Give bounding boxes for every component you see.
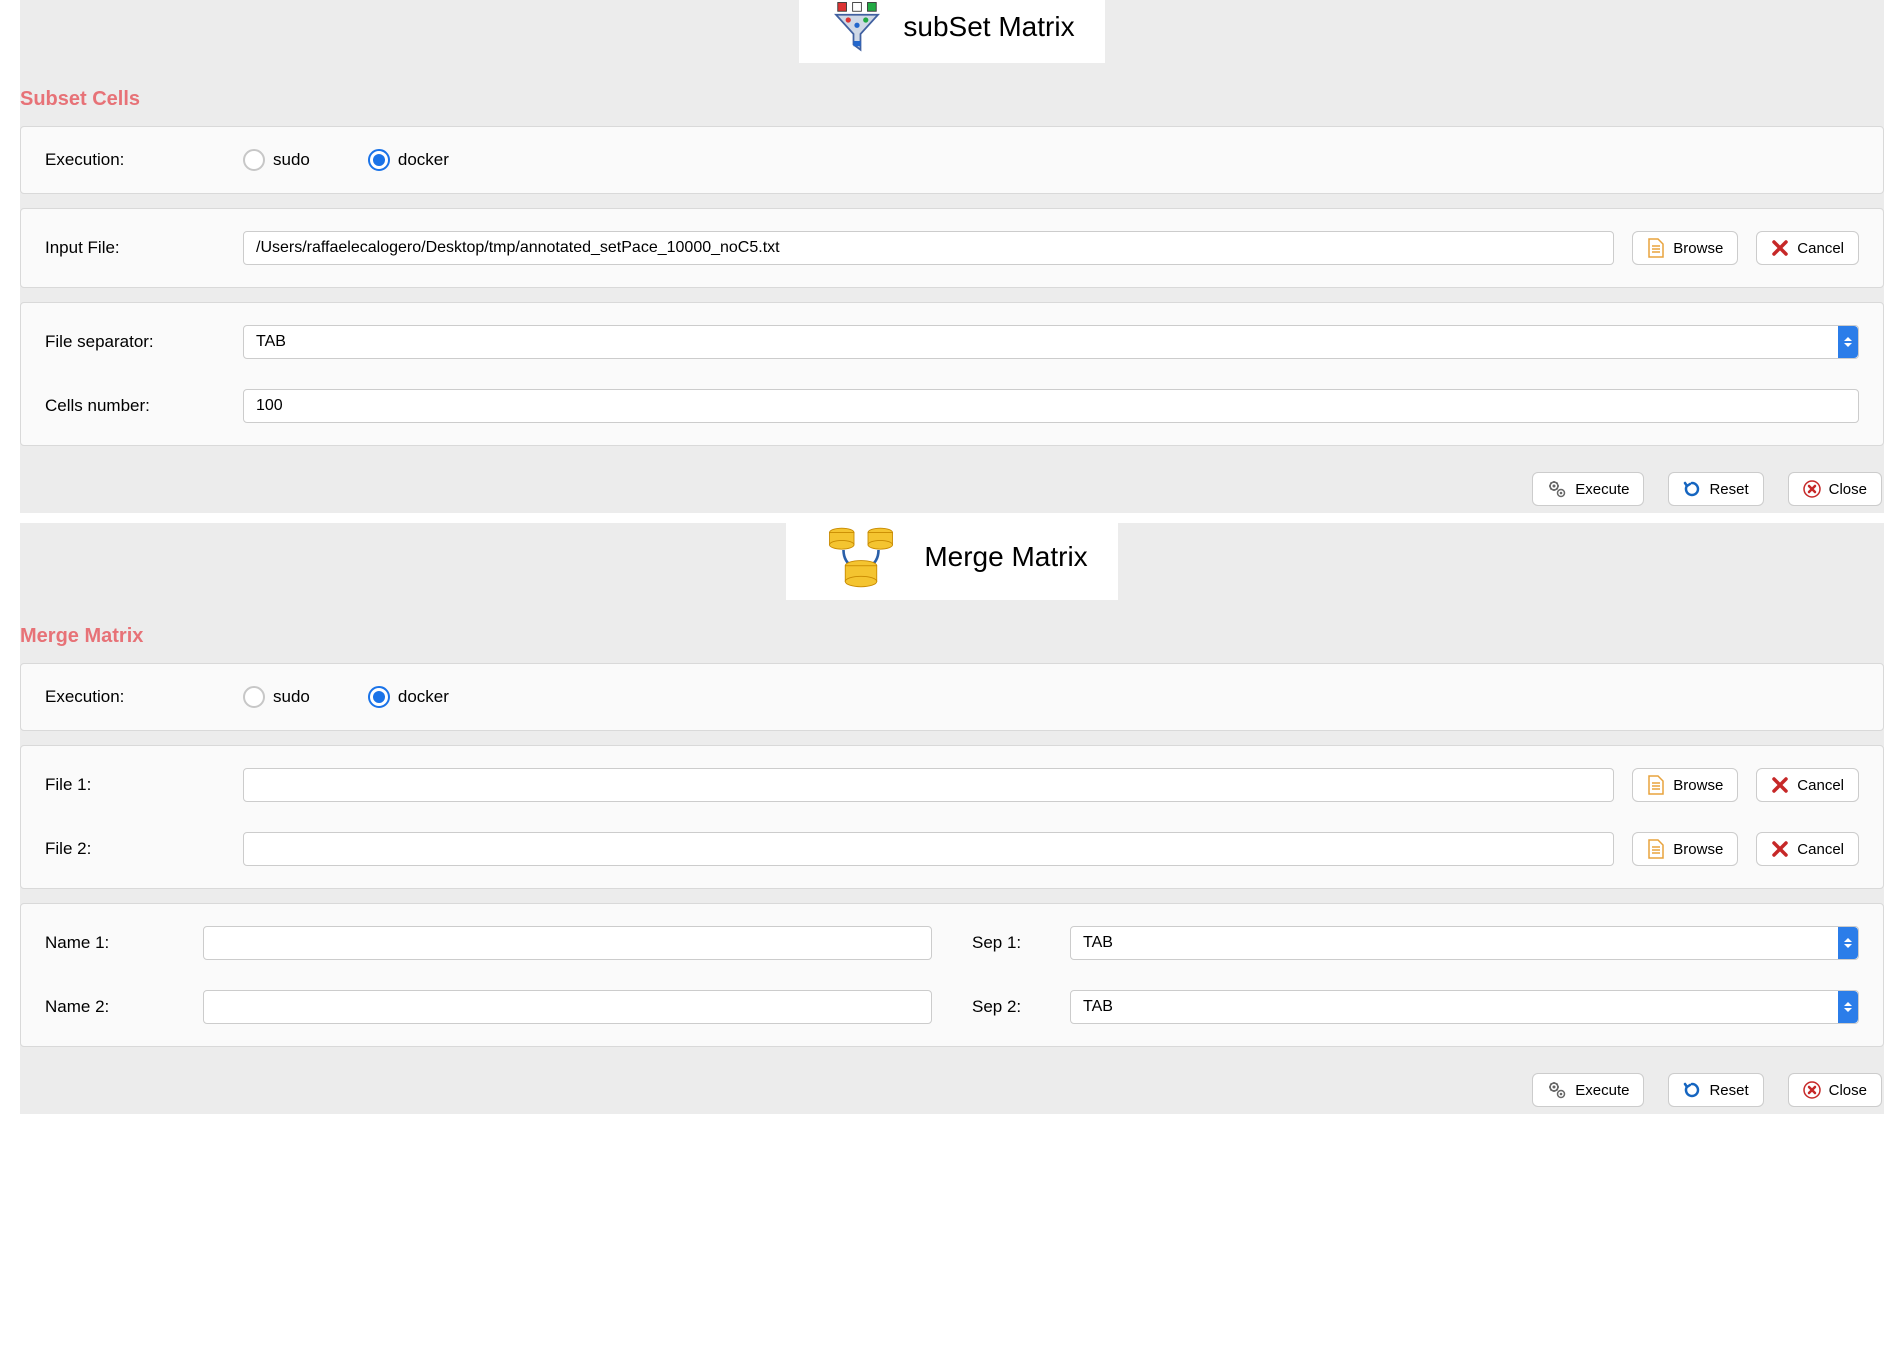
file2-field[interactable] (243, 832, 1614, 866)
radio-docker-label: docker (398, 687, 449, 707)
merge-db-icon (816, 522, 906, 592)
sep1-select[interactable]: TAB (1070, 926, 1859, 960)
subset-hero: subSet Matrix (20, 0, 1884, 63)
x-icon (1771, 776, 1789, 794)
subset-execution-group: Execution: sudo docker (20, 126, 1884, 194)
document-icon (1647, 839, 1665, 859)
browse-label: Browse (1673, 777, 1723, 794)
x-icon (1771, 840, 1789, 858)
execution-label: Execution: (45, 150, 225, 170)
sep2-select[interactable]: TAB (1070, 990, 1859, 1024)
gears-icon (1547, 479, 1567, 499)
name2-field[interactable] (203, 990, 932, 1024)
file-separator-select[interactable]: TAB (243, 325, 1859, 359)
sep1-value: TAB (1083, 934, 1113, 952)
name1-field[interactable] (203, 926, 932, 960)
close-circle-icon (1803, 1081, 1821, 1099)
merge-names-group: Name 1: Sep 1: TAB Name 2: Sep 2: (20, 903, 1884, 1047)
subset-params-group: File separator: TAB Cells number: (20, 302, 1884, 446)
merge-action-row: Execute Reset Close (20, 1061, 1884, 1113)
close-button[interactable]: Close (1788, 472, 1882, 506)
subset-input-file-group: Input File: Browse Cancel (20, 208, 1884, 288)
document-icon (1647, 238, 1665, 258)
funnel-icon (829, 0, 885, 55)
reset-label: Reset (1709, 481, 1748, 498)
input-file-label: Input File: (45, 238, 225, 258)
cancel-label: Cancel (1797, 240, 1844, 257)
refresh-icon (1683, 1081, 1701, 1099)
document-icon (1647, 775, 1665, 795)
cells-number-label: Cells number: (45, 396, 225, 416)
file2-label: File 2: (45, 839, 225, 859)
close-label: Close (1829, 1082, 1867, 1099)
execute-label: Execute (1575, 1082, 1629, 1099)
chevron-updown-icon (1838, 927, 1858, 959)
radio-sudo-label: sudo (273, 687, 310, 707)
subset-hero-label: subSet Matrix (903, 11, 1074, 43)
cancel-button[interactable]: Cancel (1756, 231, 1859, 265)
close-circle-icon (1803, 480, 1821, 498)
name1-label: Name 1: (45, 933, 185, 953)
execute-button[interactable]: Execute (1532, 1073, 1644, 1107)
execute-button[interactable]: Execute (1532, 472, 1644, 506)
browse-label: Browse (1673, 240, 1723, 257)
name2-label: Name 2: (45, 997, 185, 1017)
radio-off-icon (243, 149, 265, 171)
cells-number-field[interactable] (243, 389, 1859, 423)
close-button[interactable]: Close (1788, 1073, 1882, 1107)
file1-label: File 1: (45, 775, 225, 795)
sep2-value: TAB (1083, 998, 1113, 1016)
cancel-label: Cancel (1797, 841, 1844, 858)
radio-sudo-label: sudo (273, 150, 310, 170)
cancel-button[interactable]: Cancel (1756, 832, 1859, 866)
merge-execution-group: Execution: sudo docker (20, 663, 1884, 731)
browse-button[interactable]: Browse (1632, 768, 1738, 802)
cancel-label: Cancel (1797, 777, 1844, 794)
radio-on-icon (368, 149, 390, 171)
execution-label: Execution: (45, 687, 225, 707)
chevron-updown-icon (1838, 326, 1858, 358)
chevron-updown-icon (1838, 991, 1858, 1023)
radio-docker[interactable]: docker (368, 686, 449, 708)
file-separator-label: File separator: (45, 332, 225, 352)
radio-sudo[interactable]: sudo (243, 686, 310, 708)
merge-section-title: Merge Matrix (20, 625, 1884, 648)
merge-files-group: File 1: Browse Cancel File 2: (20, 745, 1884, 889)
subset-action-row: Execute Reset Close (20, 460, 1884, 512)
subset-section-title: Subset Cells (20, 88, 1884, 111)
radio-on-icon (368, 686, 390, 708)
reset-label: Reset (1709, 1082, 1748, 1099)
gears-icon (1547, 1080, 1567, 1100)
file1-field[interactable] (243, 768, 1614, 802)
radio-off-icon (243, 686, 265, 708)
reset-button[interactable]: Reset (1668, 472, 1763, 506)
input-file-field[interactable] (243, 231, 1614, 265)
cancel-button[interactable]: Cancel (1756, 768, 1859, 802)
merge-hero-label: Merge Matrix (924, 541, 1087, 573)
reset-button[interactable]: Reset (1668, 1073, 1763, 1107)
x-icon (1771, 239, 1789, 257)
radio-docker-label: docker (398, 150, 449, 170)
execute-label: Execute (1575, 481, 1629, 498)
file-separator-value: TAB (256, 333, 286, 351)
sep1-label: Sep 1: (972, 933, 1052, 953)
merge-hero: Merge Matrix (20, 514, 1884, 600)
browse-label: Browse (1673, 841, 1723, 858)
radio-docker[interactable]: docker (368, 149, 449, 171)
sep2-label: Sep 2: (972, 997, 1052, 1017)
browse-button[interactable]: Browse (1632, 832, 1738, 866)
refresh-icon (1683, 480, 1701, 498)
browse-button[interactable]: Browse (1632, 231, 1738, 265)
close-label: Close (1829, 481, 1867, 498)
radio-sudo[interactable]: sudo (243, 149, 310, 171)
